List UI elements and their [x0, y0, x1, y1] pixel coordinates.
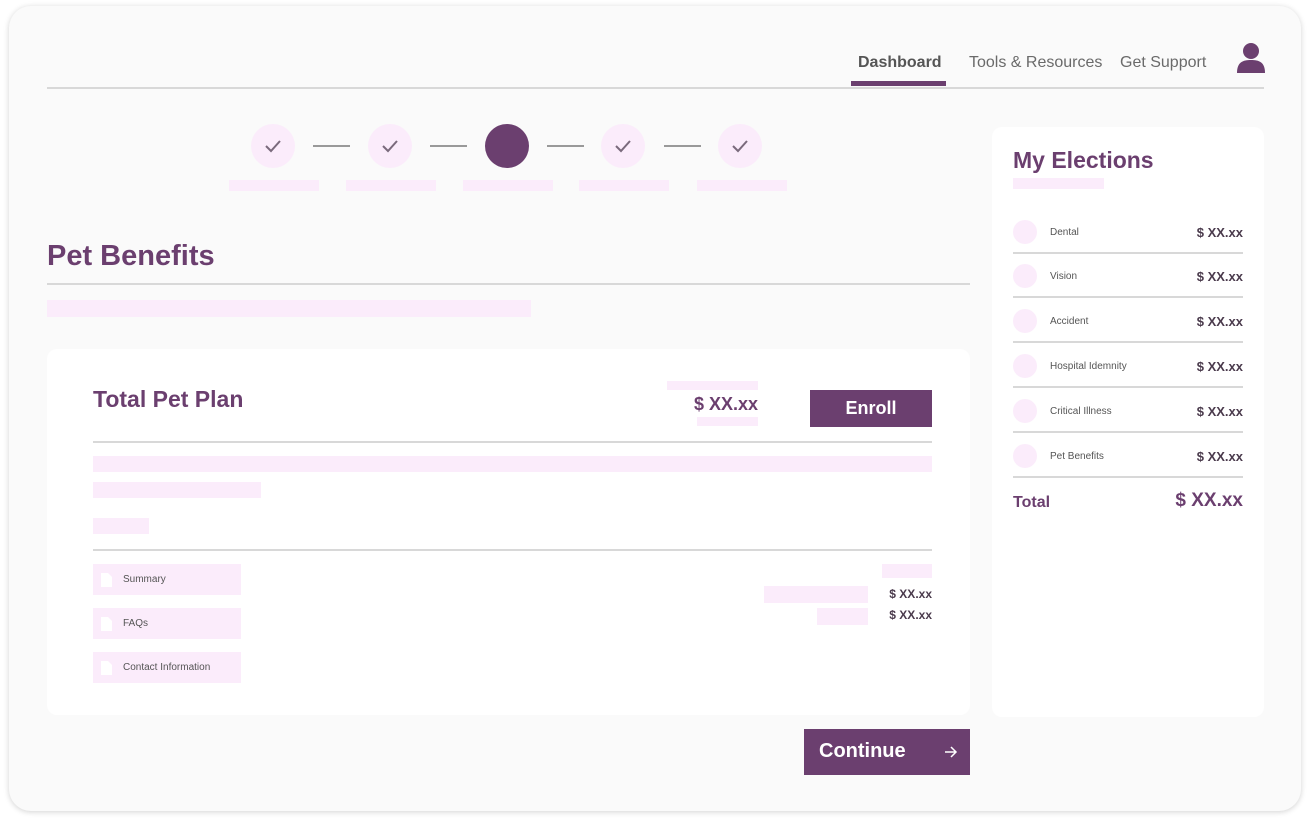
cost-label-placeholder — [764, 586, 868, 603]
check-icon — [265, 140, 281, 153]
plan-title: Total Pet Plan — [93, 386, 244, 412]
top-nav: Dashboard Tools & Resources Get Support — [47, 6, 1266, 90]
election-price: $ XX.xx — [1196, 449, 1243, 464]
arrow-right-icon — [945, 746, 958, 758]
step-label-placeholder — [346, 180, 436, 191]
description-placeholder — [93, 518, 149, 534]
step-1[interactable] — [251, 124, 295, 168]
election-name: Dental — [1050, 227, 1079, 238]
total-label: Total — [1013, 494, 1051, 511]
election-row-hospital-idemnity[interactable]: Hospital Idemnity $ XX.xx — [1013, 354, 1243, 399]
election-name: Pet Benefits — [1050, 451, 1104, 462]
doc-link-contact-information[interactable]: Contact Information — [93, 652, 241, 683]
step-connector — [664, 145, 701, 147]
nav-divider — [47, 87, 1264, 89]
election-name: Accident — [1050, 316, 1089, 327]
cost-value: $ XX.xx — [889, 587, 932, 601]
election-row-accident[interactable]: Accident $ XX.xx — [1013, 309, 1243, 354]
app-window: Dashboard Tools & Resources Get Support — [9, 6, 1301, 811]
election-divider — [1013, 341, 1243, 343]
election-status-dot — [1013, 444, 1037, 468]
document-icon — [101, 616, 112, 631]
total-value: $ XX.xx — [1175, 490, 1243, 511]
cost-header-placeholder — [882, 564, 932, 578]
step-connector — [430, 145, 467, 147]
panel-subtitle-placeholder — [1013, 178, 1104, 189]
price-label-placeholder — [667, 381, 758, 390]
cost-value: $ XX.xx — [889, 608, 932, 622]
step-connector — [547, 145, 584, 147]
step-label-placeholder — [697, 180, 787, 191]
election-divider — [1013, 476, 1243, 478]
card-divider — [93, 549, 932, 551]
step-label-placeholder — [463, 180, 553, 191]
continue-button[interactable]: Continue — [804, 729, 970, 775]
elections-panel: My Elections Dental $ XX.xx Vision $ XX.… — [992, 127, 1264, 717]
election-name: Critical Illness — [1050, 406, 1112, 417]
election-price: $ XX.xx — [1196, 225, 1243, 240]
step-3-current[interactable] — [485, 124, 529, 168]
nav-item-get-support[interactable]: Get Support — [1120, 54, 1206, 72]
nav-item-tools-resources[interactable]: Tools & Resources — [969, 54, 1102, 72]
description-placeholder — [93, 482, 261, 498]
title-divider — [47, 283, 970, 285]
election-status-dot — [1013, 264, 1037, 288]
election-name: Vision — [1050, 271, 1078, 282]
election-status-dot — [1013, 399, 1037, 423]
election-divider — [1013, 386, 1243, 388]
election-row-dental[interactable]: Dental $ XX.xx — [1013, 220, 1243, 265]
check-icon — [732, 140, 748, 153]
step-connector — [313, 145, 350, 147]
doc-link-faqs[interactable]: FAQs — [93, 608, 241, 639]
election-price: $ XX.xx — [1196, 314, 1243, 329]
plan-price: $ XX.xx — [693, 394, 758, 414]
active-tab-indicator — [851, 81, 946, 86]
election-divider — [1013, 296, 1243, 298]
election-status-dot — [1013, 220, 1037, 244]
enroll-button[interactable]: Enroll — [810, 390, 932, 427]
election-row-critical-illness[interactable]: Critical Illness $ XX.xx — [1013, 399, 1243, 444]
doc-link-label: Contact Information — [123, 662, 211, 673]
election-row-pet-benefits[interactable]: Pet Benefits $ XX.xx — [1013, 444, 1243, 489]
election-name: Hospital Idemnity — [1050, 361, 1127, 372]
plan-card: Total Pet Plan $ XX.xx Enroll Summary FA… — [47, 349, 970, 715]
page-title: Pet Benefits — [47, 240, 215, 272]
check-icon — [615, 140, 631, 153]
cost-label-placeholder — [817, 608, 868, 625]
doc-link-label: FAQs — [123, 618, 149, 629]
election-price: $ XX.xx — [1196, 359, 1243, 374]
election-divider — [1013, 252, 1243, 254]
election-price: $ XX.xx — [1196, 404, 1243, 419]
election-row-vision[interactable]: Vision $ XX.xx — [1013, 264, 1243, 309]
progress-stepper — [229, 124, 799, 204]
step-label-placeholder — [229, 180, 319, 191]
doc-link-label: Summary — [123, 574, 166, 585]
continue-label: Continue — [819, 740, 906, 762]
nav-item-dashboard[interactable]: Dashboard — [858, 54, 942, 72]
election-status-dot — [1013, 354, 1037, 378]
description-placeholder — [93, 456, 932, 472]
election-status-dot — [1013, 309, 1037, 333]
election-price: $ XX.xx — [1196, 269, 1243, 284]
election-divider — [1013, 431, 1243, 433]
step-2[interactable] — [368, 124, 412, 168]
step-label-placeholder — [579, 180, 669, 191]
page-description-placeholder — [47, 300, 531, 317]
price-period-placeholder — [697, 417, 758, 426]
card-divider — [93, 441, 932, 443]
doc-link-summary[interactable]: Summary — [93, 564, 241, 595]
document-icon — [101, 572, 112, 587]
user-icon[interactable] — [1236, 42, 1266, 74]
check-icon — [382, 140, 398, 153]
panel-title: My Elections — [1013, 147, 1154, 173]
step-5[interactable] — [718, 124, 762, 168]
step-4[interactable] — [601, 124, 645, 168]
document-icon — [101, 660, 112, 675]
